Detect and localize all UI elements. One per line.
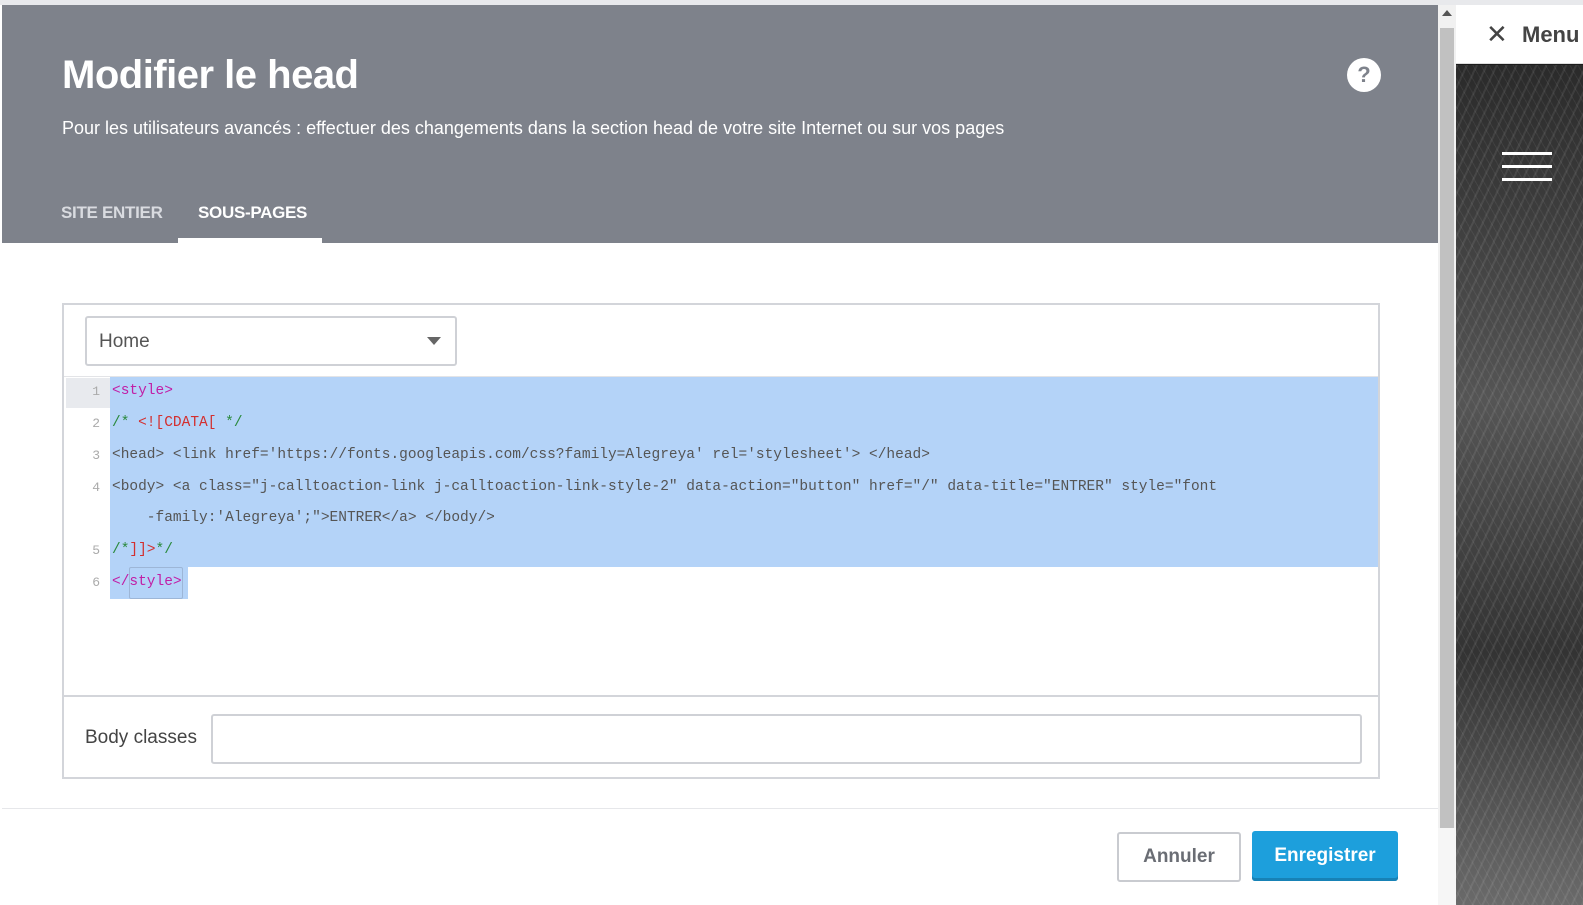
code-token: <style> bbox=[112, 383, 173, 399]
code-editor[interactable]: 1 2 3 4 5 6 <style> /* <![CDATA[ */ <hea… bbox=[64, 376, 1378, 697]
hamburger-icon[interactable] bbox=[1502, 165, 1552, 168]
edit-head-modal: Modifier le head Pour les utilisateurs a… bbox=[2, 5, 1438, 905]
site-preview: ✕ Menu bbox=[1456, 5, 1583, 905]
code-line-3: <head> <link href='https://fonts.googlea… bbox=[112, 447, 930, 463]
menu-label[interactable]: Menu bbox=[1522, 22, 1579, 48]
tab-site-entier[interactable]: SITE ENTIER bbox=[61, 203, 163, 223]
line-number: 1 bbox=[92, 384, 100, 399]
code-token: */ bbox=[155, 542, 173, 558]
code-line-4: <body> <a class="j-calltoaction-link j-c… bbox=[112, 479, 1218, 495]
hamburger-icon[interactable] bbox=[1502, 178, 1552, 181]
hamburger-icon[interactable] bbox=[1502, 152, 1552, 155]
help-icon[interactable]: ? bbox=[1347, 58, 1381, 92]
menu-bar: ✕ Menu bbox=[1456, 5, 1583, 64]
caret-down-icon bbox=[427, 337, 441, 345]
page-select[interactable]: Home bbox=[85, 316, 457, 366]
scroll-up-arrow-icon[interactable] bbox=[1442, 10, 1452, 16]
scrollbar-footer bbox=[1438, 828, 1456, 905]
modal-header: Modifier le head Pour les utilisateurs a… bbox=[2, 5, 1438, 243]
matching-tag-highlight bbox=[129, 567, 183, 599]
code-line-1: <style> bbox=[112, 383, 173, 399]
code-line-5: /*]]>*/ bbox=[112, 542, 173, 558]
background-photo bbox=[1456, 65, 1583, 905]
code-token: <![CDATA[ bbox=[138, 415, 217, 431]
code-token: /* bbox=[112, 415, 139, 431]
footer-divider bbox=[2, 808, 1438, 809]
code-token: ]]> bbox=[129, 542, 156, 558]
text-selection bbox=[110, 377, 1378, 567]
code-token: */ bbox=[216, 415, 243, 431]
line-number: 6 bbox=[92, 575, 100, 590]
line-number: 4 bbox=[92, 480, 100, 495]
body-classes-input[interactable] bbox=[211, 714, 1362, 764]
code-token: /* bbox=[112, 542, 130, 558]
active-tab-indicator bbox=[178, 238, 322, 243]
tab-sous-pages[interactable]: SOUS-PAGES bbox=[198, 203, 307, 223]
close-icon[interactable]: ✕ bbox=[1486, 19, 1508, 50]
line-number: 5 bbox=[92, 543, 100, 558]
line-number: 2 bbox=[92, 416, 100, 431]
cancel-button[interactable]: Annuler bbox=[1117, 832, 1241, 882]
page-select-value: Home bbox=[99, 331, 150, 352]
line-number: 3 bbox=[92, 448, 100, 463]
code-line-4-wrap: -family:'Alegreya';">ENTRER</a> </body/> bbox=[112, 510, 495, 526]
scrollbar-thumb[interactable] bbox=[1440, 28, 1454, 828]
modal-subtitle: Pour les utilisateurs avancés : effectue… bbox=[62, 118, 1005, 138]
body-classes-label: Body classes bbox=[85, 727, 197, 748]
head-editor-panel: Home 1 2 3 4 5 6 <style> /* <![CDATA[ */… bbox=[62, 303, 1380, 779]
modal-title: Modifier le head bbox=[62, 53, 359, 97]
save-button[interactable]: Enregistrer bbox=[1252, 831, 1398, 881]
code-line-2: /* <![CDATA[ */ bbox=[112, 415, 243, 431]
